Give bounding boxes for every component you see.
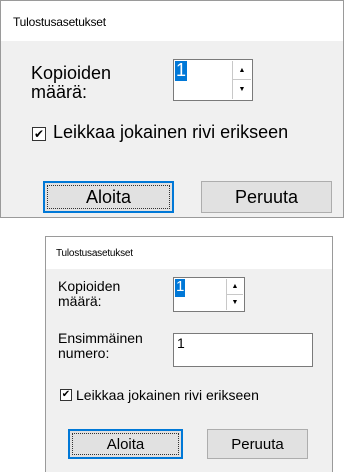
print-settings-dialog: Tulostusasetukset Kopioiden määrä: 1 ▲ ▼… [0,0,344,218]
spinner-down-icon[interactable]: ▼ [227,295,243,311]
copies-label-line1: Kopioiden [31,63,112,83]
copies-label: Kopioiden määrä: [31,64,111,102]
cancel-button[interactable]: Peruuta [201,181,332,213]
start-button[interactable]: Aloita [68,429,183,459]
cut-each-row-checkbox[interactable]: ✔ [60,389,72,401]
copies-label-line2: määrä: [58,292,102,309]
copies-label: Kopioiden määrä: [58,279,120,308]
first-number-value[interactable]: 1 [177,336,185,350]
first-number-label-line1: Ensimmäinen [58,330,143,346]
cut-each-row-label[interactable]: Leikkaa jokainen rivi erikseen [76,388,259,403]
dialog-title: Tulostusasetukset [13,15,106,29]
first-number-label: Ensimmäinen numero: [58,331,143,360]
start-button[interactable]: Aloita [43,181,174,213]
copies-spinner[interactable]: 1 ▲ ▼ [173,59,253,101]
dialog-title: Tulostusasetukset [56,248,133,259]
copies-value[interactable]: 1 [175,61,188,81]
cut-each-row-checkbox[interactable]: ✔ [32,127,46,141]
first-number-input[interactable]: 1 [173,333,313,367]
cut-each-row-label[interactable]: Leikkaa jokainen rivi erikseen [53,123,288,142]
cancel-button[interactable]: Peruuta [207,429,308,459]
spinner-buttons: ▲ ▼ [232,61,251,99]
dialog-titlebar[interactable]: Tulostusasetukset [46,237,332,270]
dialog-titlebar[interactable]: Tulostusasetukset [1,1,343,42]
first-number-label-line2: numero: [58,344,110,361]
copies-label-line2: määrä: [31,81,88,102]
print-settings-dialog-with-start-number: Tulostusasetukset Kopioiden määrä: 1 ▲ ▼… [45,236,333,472]
copies-label-line1: Kopioiden [58,278,121,294]
spinner-down-icon[interactable]: ▼ [233,80,251,99]
copies-value[interactable]: 1 [175,279,186,297]
spinner-buttons: ▲ ▼ [226,279,243,310]
spinner-up-icon[interactable]: ▲ [227,279,243,295]
spinner-up-icon[interactable]: ▲ [233,61,251,80]
copies-spinner[interactable]: 1 ▲ ▼ [173,277,245,312]
